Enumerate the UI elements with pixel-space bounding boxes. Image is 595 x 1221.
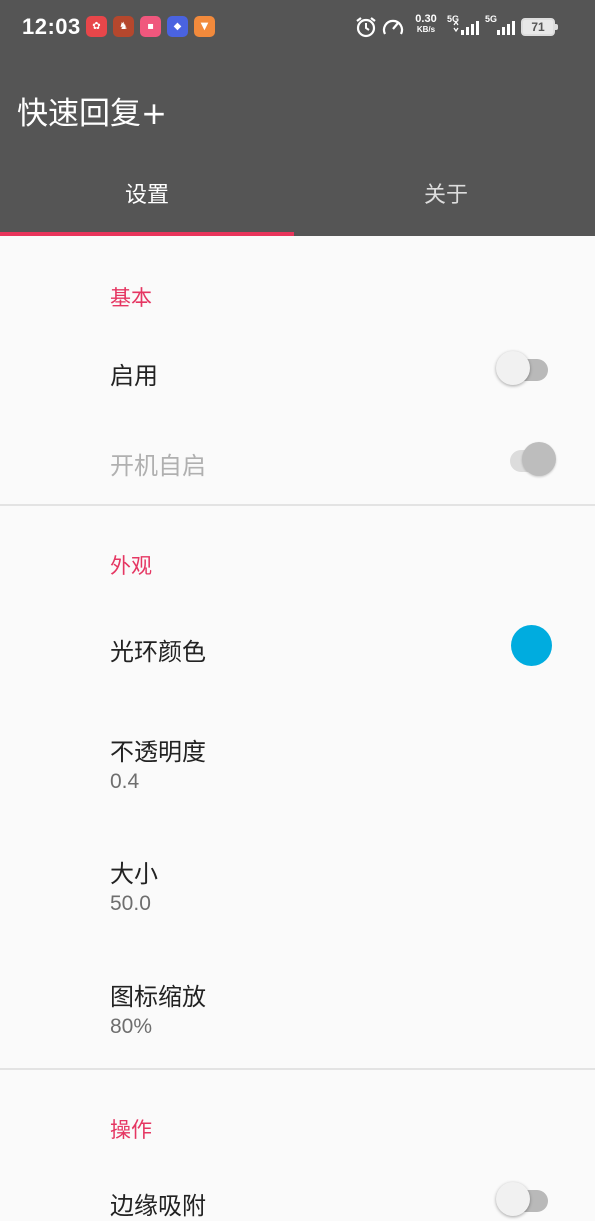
pref-size-summary: 50.0 — [110, 892, 151, 915]
section-divider — [0, 504, 595, 506]
status-bar: 12:03 ✿ ♞ ▪ ◆ ▼ 0.30 KB/s 5G 5G 71 — [0, 0, 595, 58]
notification-app-5-icon: ▼ — [194, 16, 215, 37]
tab-indicator — [0, 232, 294, 236]
section-header-operation: 操作 — [110, 1118, 152, 1142]
status-time: 12:03 — [22, 14, 81, 39]
notification-app-2-icon: ♞ — [113, 16, 134, 37]
tab-about[interactable]: 关于 — [299, 174, 593, 236]
pref-icon-scale-summary: 80% — [110, 1015, 153, 1038]
enable-switch[interactable] — [494, 349, 554, 389]
sim2-signal-icon: 5G — [485, 14, 521, 38]
tab-settings[interactable]: 设置 — [0, 174, 294, 236]
pref-enable-title: 启用 — [110, 362, 158, 390]
autostart-switch — [500, 440, 560, 480]
pref-opacity-title: 不透明度 — [110, 738, 206, 766]
halo-color-swatch[interactable] — [511, 625, 552, 666]
app-bar: 快速回复+ 设置 关于 — [0, 58, 595, 236]
pref-autostart-title: 开机自启 — [110, 452, 206, 480]
pref-size-title: 大小 — [110, 860, 158, 888]
network-speed-value: 0.30 — [415, 13, 437, 25]
sim1-signal-icon: 5G — [447, 14, 483, 38]
app-title: 快速回复+ — [17, 96, 167, 132]
section-header-basic: 基本 — [110, 286, 152, 310]
section-divider — [0, 1068, 595, 1070]
tab-about-label: 关于 — [423, 183, 468, 208]
tab-settings-label: 设置 — [124, 183, 169, 208]
notification-app-3-icon: ▪ — [140, 16, 161, 37]
battery-icon: 71 — [521, 18, 558, 36]
status-indicators: 0.30 KB/s 5G 5G 71 — [355, 0, 595, 58]
section-header-appearance: 外观 — [110, 554, 152, 578]
pref-halo-color-title: 光环颜色 — [110, 638, 206, 666]
pref-icon-scale-title: 图标缩放 — [110, 983, 206, 1011]
edge-snap-switch[interactable] — [494, 1180, 554, 1220]
notification-app-4-icon: ◆ — [167, 16, 188, 37]
data-saver-icon — [382, 19, 404, 35]
network-speed-unit: KB/s — [416, 25, 436, 34]
notification-app-1-icon: ✿ — [86, 16, 107, 37]
pref-opacity-summary: 0.4 — [110, 770, 140, 793]
network-speed: 0.30 KB/s — [410, 14, 442, 35]
alarm-icon — [356, 17, 376, 38]
pref-edge-snap-title: 边缘吸附 — [110, 1192, 206, 1220]
